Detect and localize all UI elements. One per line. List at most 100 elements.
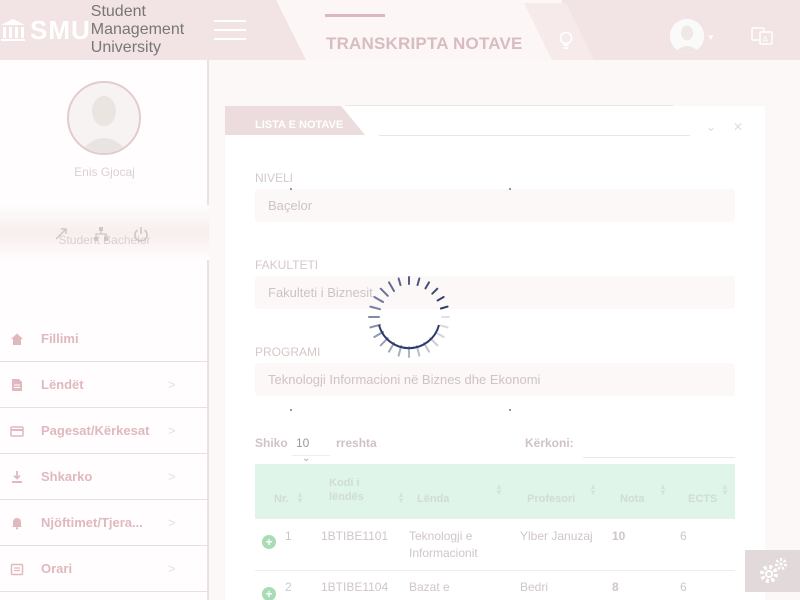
column-header-label: Profesori — [527, 493, 576, 505]
chevron-right-icon: > — [168, 561, 176, 576]
cell-kodi: 1BTIBE1101 — [321, 529, 389, 543]
brand-subtitle: Student Management University — [90, 3, 185, 56]
spinner-tick — [431, 287, 439, 295]
university-icon — [1, 19, 25, 41]
chevron-right-icon: > — [168, 423, 176, 438]
brand-name: SMU — [30, 15, 91, 45]
sidebar-item-label: Shkarko — [41, 469, 93, 484]
expand-row-icon[interactable]: + — [262, 535, 276, 549]
column-header-nota[interactable]: Nota ▲ ▼ — [620, 483, 667, 506]
user-photo — [670, 19, 704, 53]
spinner-tick — [369, 305, 381, 311]
sort-icon: ▲ ▼ — [589, 482, 597, 497]
fakulteti-label: FAKULTETI — [255, 258, 319, 272]
sidebar-item-orari[interactable]: Orari > — [0, 546, 207, 592]
niveli-label: NIVELI — [255, 171, 294, 185]
grades-table: Nr. ▲ ▼ Kodi i lëndës ▲ ▼ Lënda ▲ ▼ Profeso… — [255, 464, 735, 600]
title-accent — [325, 14, 385, 17]
cell-nota: 10 — [612, 529, 626, 543]
spinner-tick — [424, 281, 430, 290]
profile-name: Enis Gjocaj — [74, 165, 135, 179]
card-tab-outline — [345, 105, 690, 136]
spinner-tick — [373, 296, 384, 303]
cell-profesori: Bedri — [520, 580, 549, 594]
sidebar-item-lendet[interactable]: Lëndët > — [0, 362, 207, 408]
sort-icon: ▲ ▼ — [721, 482, 729, 497]
column-header-ects[interactable]: ECTS ▲ ▼ — [688, 483, 729, 506]
cell-lenda: Teknologji e Informacionit — [409, 529, 478, 560]
divider-dot — [290, 188, 292, 190]
chevron-down-icon[interactable]: ▼ — [707, 33, 715, 42]
expand-row-icon[interactable]: + — [262, 587, 276, 600]
sitemap-icon[interactable] — [92, 225, 110, 243]
niveli-field: Baçelor — [255, 189, 735, 222]
sidebar-item-label: Njöftimet/Tjera... — [41, 515, 143, 530]
divider-dot — [509, 409, 511, 411]
spinner-tick — [439, 305, 449, 310]
column-header-label: Nota — [620, 493, 645, 505]
column-header-label: ECTS — [688, 493, 718, 505]
column-header-kodi[interactable]: Kodi i lëndës ▲ ▼ — [329, 476, 405, 505]
sidebar-item-njoftimet[interactable]: Njöftimet/Tjera... > — [0, 500, 207, 546]
chevron-right-icon: > — [168, 515, 176, 530]
settings-button[interactable] — [745, 550, 800, 592]
sidebar-item-label: Fillimi — [41, 331, 79, 346]
chevron-down-icon: ⌄ — [302, 453, 311, 464]
profile-actions — [52, 225, 150, 243]
cell-nota: 8 — [612, 580, 619, 594]
spinner-tick — [397, 277, 402, 287]
programi-field: Teknologji Informacioni në Biznes dhe Ek… — [255, 363, 735, 396]
programi-label: PROGRAMI — [255, 345, 321, 359]
profile-avatar[interactable] — [67, 81, 141, 155]
card-icon — [10, 425, 24, 437]
sort-icon: ▲ ▼ — [397, 490, 405, 505]
lightbulb-icon[interactable] — [558, 30, 574, 52]
rows-per-page-select[interactable]: 10 ⌄ — [292, 430, 330, 464]
column-header-nr[interactable]: Nr. ▲ ▼ — [274, 491, 304, 506]
sidebar-item-label: Lëndët — [41, 377, 84, 392]
chevron-right-icon: > — [168, 377, 176, 392]
bell-icon — [12, 517, 22, 529]
sidebar: Enis Gjocaj Student Bachelor Fillimi Lën… — [0, 60, 209, 600]
hamburger-line — [214, 20, 246, 22]
column-header-profesori[interactable]: Profesori ▲ ▼ — [527, 483, 597, 506]
power-icon[interactable] — [132, 225, 150, 243]
cell-ects: 6 — [680, 529, 687, 543]
download-icon — [12, 470, 22, 483]
document-icon — [12, 378, 22, 391]
hamburger-line — [214, 29, 246, 31]
divider-dot — [290, 409, 292, 411]
user-avatar[interactable] — [670, 19, 704, 53]
length-label: Shiko — [255, 436, 288, 450]
sidebar-item-pagesat[interactable]: Pagesat/Kërkesat > — [0, 408, 207, 454]
close-icon[interactable]: ✕ — [733, 120, 743, 134]
table-row[interactable]: + 2 1BTIBE1104 Bazat e Bedri 8 6 — [255, 571, 735, 600]
sidebar-item-fillimi[interactable]: Fillimi — [0, 316, 207, 362]
spinner-tick — [436, 296, 445, 302]
cell-profesori: Ylber Januzaj — [520, 529, 593, 543]
home-icon — [11, 333, 23, 345]
gears-icon — [759, 558, 787, 583]
expand-icon[interactable] — [52, 225, 70, 243]
table-row[interactable]: + 1 1BTIBE1101 Teknologji e Informacioni… — [255, 519, 735, 571]
svg-text:A: A — [763, 35, 769, 44]
sidebar-menu: Fillimi Lëndët > Pagesat/Kërkesat > Shka… — [0, 316, 207, 592]
search-input[interactable] — [583, 430, 735, 458]
sort-icon: ▲ ▼ — [495, 482, 503, 497]
brand-logo[interactable]: SMU Student Management University — [0, 0, 210, 60]
loading-spinner-icon — [368, 276, 450, 358]
column-header-lenda[interactable]: Lënda ▲ ▼ — [417, 483, 503, 506]
page-title: TRANSKRIPTA NOTAVE — [326, 34, 523, 53]
sort-icon: ▲ ▼ — [659, 482, 667, 497]
rows-per-page-value: 10 — [296, 436, 310, 450]
sidebar-item-shkarko[interactable]: Shkarko > — [0, 454, 207, 500]
collapse-icon[interactable]: ⌄ — [706, 120, 716, 134]
cell-kodi: 1BTIBE1104 — [321, 580, 389, 594]
spinner-arc — [378, 324, 440, 350]
language-icon[interactable]: A — [751, 24, 773, 46]
sidebar-item-label: Orari — [41, 561, 73, 576]
menu-toggle-button[interactable] — [214, 20, 246, 40]
fakulteti-field: Fakulteti i Biznesit — [255, 276, 735, 309]
chevron-right-icon: > — [168, 469, 176, 484]
hamburger-line — [214, 38, 246, 40]
